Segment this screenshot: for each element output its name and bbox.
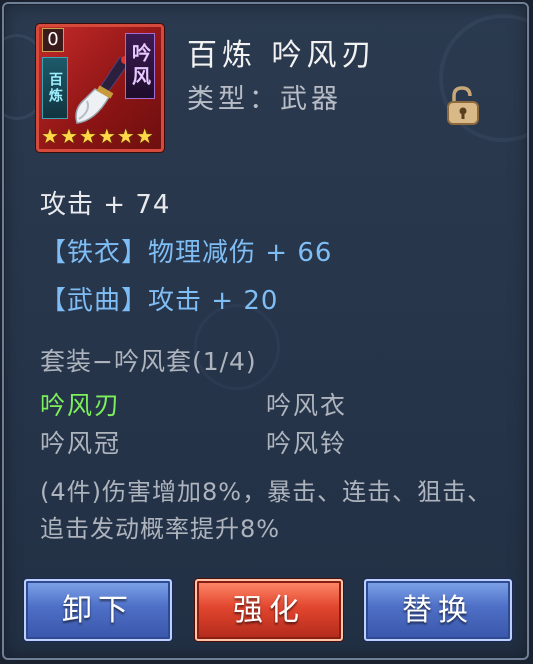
enhance-button[interactable]: 强化 [195, 579, 343, 641]
set-tag: 吟风 [125, 33, 155, 99]
item-name: 百炼 吟风刃 [187, 38, 377, 73]
item-icon-card[interactable]: 0 百炼 吟风 ★ ★ ★ ★ ★ ★ [36, 24, 164, 152]
attack-stat: 攻击 + 74 [40, 190, 171, 220]
set-piece-blade: 吟风刃 [40, 391, 122, 420]
star-icon: ★ [41, 124, 59, 148]
star-rating: ★ ★ ★ ★ ★ ★ [41, 125, 154, 147]
star-icon: ★ [97, 124, 116, 148]
replace-button[interactable]: 替换 [364, 579, 512, 641]
star-icon: ★ [78, 124, 97, 148]
set-title: 套装−吟风套(1/4) [40, 347, 257, 376]
star-icon: ★ [135, 124, 154, 148]
item-type: 类型：武器 [187, 84, 342, 115]
set-piece-crown: 吟风冠 [40, 429, 122, 458]
star-icon: ★ [116, 124, 135, 148]
item-level-badge: 0 [42, 28, 64, 52]
star-icon: ★ [59, 124, 78, 148]
set-piece-robe: 吟风衣 [266, 391, 348, 420]
bonus-stat-wuqu: 【武曲】攻击 + 20 [40, 286, 279, 316]
bonus-stat-tieyi: 【铁衣】物理减伤 + 66 [40, 238, 333, 268]
set-effect: (4件)伤害增加8%，暴击、连击、狙击、追击发动概率提升8% [40, 478, 493, 543]
set-piece-bell: 吟风铃 [266, 429, 348, 458]
unequip-button[interactable]: 卸下 [24, 579, 172, 641]
unlocked-padlock-icon[interactable] [442, 84, 484, 126]
item-detail-panel: 0 百炼 吟风 ★ ★ ★ ★ ★ ★ 百炼 吟风刃 类型：武器 攻击 + 74… [2, 2, 529, 660]
